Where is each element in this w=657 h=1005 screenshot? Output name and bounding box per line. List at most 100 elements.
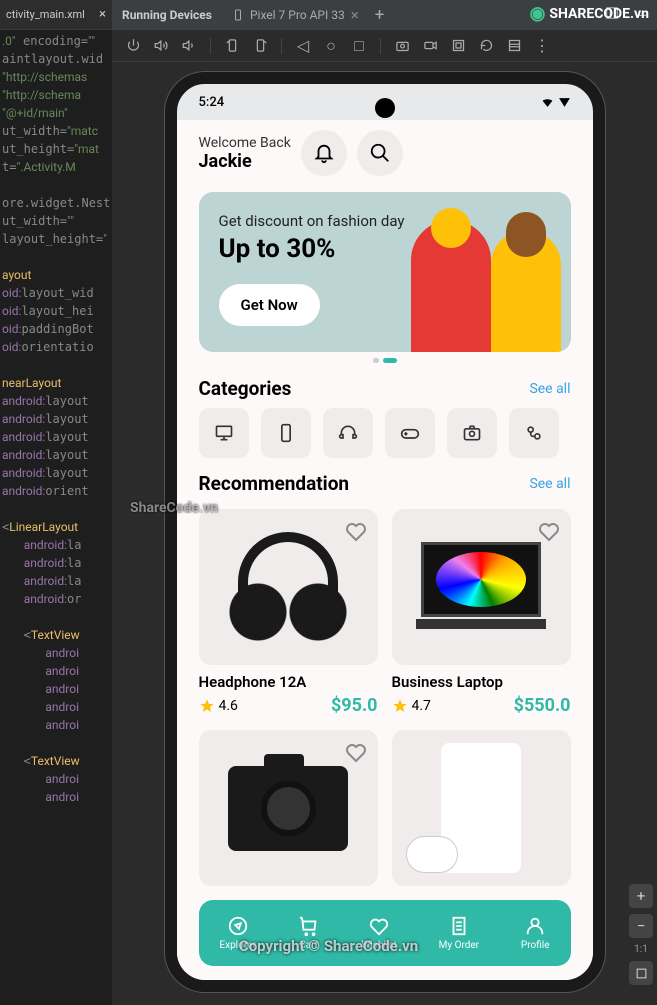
welcome-row: Welcome Back Jackie	[177, 120, 593, 186]
search-icon	[369, 142, 391, 164]
product-card-laptop[interactable]: Business Laptop 4.7 $550.0	[392, 509, 571, 716]
device-tab-close-icon[interactable]: ×	[351, 6, 359, 24]
categories-title: Categories	[199, 377, 292, 400]
compass-icon	[227, 915, 249, 937]
headphone-icon	[338, 423, 358, 443]
welcome-greeting: Welcome Back	[199, 135, 291, 151]
recommendation-see-all[interactable]: See all	[529, 476, 570, 492]
star-icon	[392, 698, 408, 714]
record-icon[interactable]	[421, 37, 439, 55]
bell-icon	[313, 142, 335, 164]
category-phone[interactable]	[261, 408, 311, 458]
search-button[interactable]	[357, 130, 403, 176]
volume-down-icon[interactable]	[180, 37, 198, 55]
product-card-console[interactable]	[392, 730, 571, 886]
product-grid: Headphone 12A 4.6 $95.0 Business Laptop	[177, 503, 593, 886]
rotate-right-icon[interactable]	[251, 37, 269, 55]
categories-row	[177, 408, 593, 458]
settings-icon[interactable]	[505, 37, 523, 55]
panel-title: Running Devices	[122, 8, 212, 22]
tab-close-icon[interactable]: ×	[99, 7, 106, 22]
phone-icon	[232, 9, 244, 21]
category-accessories[interactable]	[509, 408, 559, 458]
product-price: $95.0	[331, 695, 378, 716]
product-rating: 4.7	[412, 698, 431, 714]
cart-icon	[298, 915, 320, 937]
category-monitor[interactable]	[199, 408, 249, 458]
categories-see-all[interactable]: See all	[529, 381, 570, 397]
device-toolbar: ◁ ○ □ ⋮	[112, 30, 657, 62]
banner-image	[391, 202, 571, 352]
app-content: Welcome Back Jackie Get discount on fash…	[177, 120, 593, 980]
product-image	[199, 509, 378, 665]
wifi-icon	[540, 96, 555, 109]
device-frame: 5:24 Welcome Back Jackie	[165, 72, 605, 992]
product-name: Headphone 12A	[199, 673, 378, 691]
user-icon	[524, 915, 546, 937]
product-price: $550.0	[514, 695, 571, 716]
zoom-in-button[interactable]: +	[629, 884, 653, 908]
product-image	[392, 509, 571, 665]
volume-up-icon[interactable]	[152, 37, 170, 55]
recommendation-header: Recommendation See all	[177, 458, 593, 503]
dot-active[interactable]	[383, 358, 397, 363]
promo-banner[interactable]: Get discount on fashion day Up to 30% Ge…	[199, 192, 571, 352]
product-image	[199, 730, 378, 886]
recommendation-title: Recommendation	[199, 472, 350, 495]
overview-icon[interactable]: □	[350, 37, 368, 55]
zoom-out-button[interactable]: −	[629, 914, 653, 938]
device-area: 5:24 Welcome Back Jackie	[112, 62, 657, 1005]
watermark: ShareCode.vn	[130, 500, 218, 516]
battery-icon	[558, 96, 571, 109]
device-camera-notch	[375, 98, 395, 118]
product-rating: 4.6	[219, 698, 238, 714]
reload-icon[interactable]	[477, 37, 495, 55]
snapshot-icon[interactable]	[449, 37, 467, 55]
product-name: Business Laptop	[392, 673, 571, 691]
nav-profile[interactable]: Profile	[521, 915, 550, 951]
device-tab[interactable]: Pixel 7 Pro API 33 ×	[224, 6, 367, 24]
more-icon[interactable]: ⋮	[533, 37, 551, 55]
product-image	[392, 730, 571, 886]
add-device-icon[interactable]: +	[375, 5, 385, 25]
welcome-name: Jackie	[199, 151, 291, 172]
logo-text: SHARECODE.vn	[549, 6, 649, 22]
nav-label: My Order	[439, 940, 479, 951]
get-now-button[interactable]: Get Now	[219, 284, 320, 326]
notification-button[interactable]	[301, 130, 347, 176]
nav-myorder[interactable]: My Order	[439, 915, 479, 951]
logo-icon: ◉	[530, 3, 546, 24]
gamepad-icon	[400, 423, 420, 443]
console-graphic	[441, 743, 521, 873]
device-tab-label: Pixel 7 Pro API 33	[250, 8, 345, 22]
copyright-text: Copyright © ShareCode.vn	[239, 937, 418, 955]
monitor-icon	[214, 423, 234, 443]
wishlist-heart-icon[interactable]	[537, 519, 561, 543]
editor-tab[interactable]: ctivity_main.xml ×	[0, 0, 112, 30]
bottom-nav: Explorer Cart Wishlist My Order	[199, 900, 571, 966]
product-card-headphone[interactable]: Headphone 12A 4.6 $95.0	[199, 509, 378, 716]
zoom-fit-button[interactable]	[629, 961, 653, 985]
tab-name: ctivity_main.xml	[6, 8, 85, 21]
receipt-icon	[448, 915, 470, 937]
wishlist-heart-icon[interactable]	[344, 740, 368, 764]
phone-icon	[276, 423, 296, 443]
camera-icon[interactable]	[393, 37, 411, 55]
category-headphone[interactable]	[323, 408, 373, 458]
dot[interactable]	[373, 358, 379, 363]
camera-icon	[462, 423, 482, 443]
camera-graphic	[228, 766, 348, 851]
product-card-camera[interactable]	[199, 730, 378, 886]
nav-label: Profile	[521, 940, 550, 951]
code-editor[interactable]: .0" encoding="" aintlayout.wid "http://s…	[0, 30, 112, 1005]
power-icon[interactable]	[124, 37, 142, 55]
zoom-ratio: 1:1	[634, 944, 648, 955]
sharecode-logo: ◉ SHARECODE.vn	[530, 3, 649, 24]
back-icon[interactable]: ◁	[294, 37, 312, 55]
home-icon[interactable]: ○	[322, 37, 340, 55]
category-gaming[interactable]	[385, 408, 435, 458]
rotate-left-icon[interactable]	[223, 37, 241, 55]
star-icon	[199, 698, 215, 714]
zoom-controls: + − 1:1	[629, 884, 653, 985]
category-camera[interactable]	[447, 408, 497, 458]
